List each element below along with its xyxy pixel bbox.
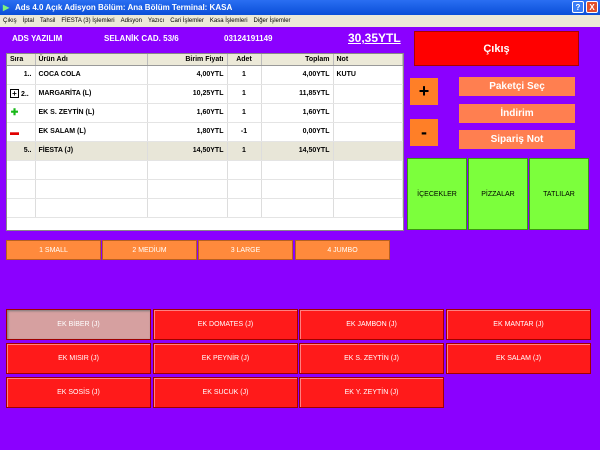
extra-sosis-button[interactable]: EK SOSİS (J) [6, 377, 151, 408]
row-no-cell: ▬ [7, 122, 36, 142]
table-header: Sıra Ürün Adı Birim Fiyatı Adet Toplam N… [7, 54, 403, 66]
extra-y-zeytin-button[interactable]: EK Y. ZEYTİN (J) [299, 377, 444, 408]
size-small-button[interactable]: 1 SMALL [6, 240, 101, 260]
extra-jambon-button[interactable]: EK JAMBON (J) [299, 309, 444, 340]
empty-row [7, 160, 403, 180]
menu-item-cikis[interactable]: Çıkış [3, 18, 17, 24]
help-button[interactable]: ? [572, 1, 584, 13]
close-button[interactable]: X [586, 1, 598, 13]
discount-button[interactable]: İndirim [459, 104, 575, 123]
row-price: 4,00YTL [147, 65, 228, 85]
col-fiyat[interactable]: Birim Fiyatı [147, 54, 228, 66]
size-medium-button[interactable]: 2 MEDİUM [102, 240, 197, 260]
window-title: Ads 4.0 Açık Adisyon Bölüm: Ana Bölüm Te… [15, 3, 233, 12]
row-note [333, 141, 403, 161]
size-large-button[interactable]: 3 LARGE [198, 240, 293, 260]
add-extra-icon: ✚ [10, 107, 19, 117]
plus-button[interactable]: + [410, 78, 438, 105]
table-row-selected[interactable]: 5.. FİESTA (J) 14,50YTL 1 14,50YTL [7, 141, 403, 161]
row-total: 11,85YTL [261, 84, 334, 104]
row-no-cell: ✚ [7, 103, 36, 123]
col-not[interactable]: Not [333, 54, 403, 66]
company-name: ADS YAZILIM [12, 34, 63, 43]
row-name: EK SALAM (L) [35, 122, 148, 142]
menu-item-yazici[interactable]: Yazıcı [148, 18, 164, 24]
menu-item-tahsil[interactable]: Tahsil [40, 18, 55, 24]
menu-bar: Çıkış İptal Tahsil FİESTA (3) İşlemleri … [0, 15, 600, 27]
col-toplam[interactable]: Toplam [261, 54, 334, 66]
minus-button[interactable]: - [410, 119, 438, 146]
table-row[interactable]: + 2.. MARGARİTA (L) 10,25YTL 1 11,85YTL [7, 84, 403, 104]
col-sira[interactable]: Sıra [7, 54, 36, 66]
title-bar: ▶ Ads 4.0 Açık Adisyon Bölüm: Ana Bölüm … [0, 0, 600, 15]
menu-item-iptal[interactable]: İptal [23, 18, 34, 24]
row-price: 1,80YTL [147, 122, 228, 142]
category-pizzas[interactable]: PİZZALAR [468, 158, 528, 230]
package-select-button[interactable]: Paketçi Seç [459, 77, 575, 96]
row-note [333, 103, 403, 123]
row-note: KUTU [333, 65, 403, 85]
row-price: 14,50YTL [147, 141, 228, 161]
row-name: COCA COLA [35, 65, 148, 85]
row-qty: 1 [227, 141, 262, 161]
order-table[interactable]: Sıra Ürün Adı Birim Fiyatı Adet Toplam N… [6, 53, 404, 231]
row-qty: 1 [227, 103, 262, 123]
row-name: EK S. ZEYTİN (L) [35, 103, 148, 123]
extra-salam-button[interactable]: EK SALAM (J) [446, 343, 591, 374]
company-phone: 03124191149 [224, 34, 273, 43]
extra-mantar-button[interactable]: EK MANTAR (J) [446, 309, 591, 340]
row-total: 0,00YTL [261, 122, 334, 142]
order-note-button[interactable]: Sipariş Not [459, 130, 575, 149]
category-beverages[interactable]: İÇECEKLER [407, 158, 467, 230]
row-total: 4,00YTL [261, 65, 334, 85]
category-desserts[interactable]: TATLILAR [529, 158, 589, 230]
menu-item-diger[interactable]: Diğer İşlemler [254, 18, 291, 24]
menu-item-fiesta[interactable]: FİESTA (3) İşlemleri [61, 18, 114, 24]
company-address: SELANİK CAD. 53/6 [104, 34, 179, 43]
row-qty: 1 [227, 65, 262, 85]
row-qty: 1 [227, 84, 262, 104]
size-jumbo-button[interactable]: 4 JUMBO [295, 240, 390, 260]
table-row[interactable]: ▬ EK SALAM (L) 1,80YTL -1 0,00YTL [7, 122, 403, 142]
remove-extra-icon: ▬ [10, 126, 19, 137]
row-note [333, 122, 403, 142]
row-no-cell: + 2.. [7, 84, 36, 104]
row-qty: -1 [227, 122, 262, 142]
row-total: 14,50YTL [261, 141, 334, 161]
col-adet[interactable]: Adet [227, 54, 262, 66]
col-urun[interactable]: Ürün Adı [35, 54, 148, 66]
expand-icon[interactable]: + [10, 89, 19, 98]
extra-misir-button[interactable]: EK MISIR (J) [6, 343, 151, 374]
row-no: 1.. [7, 65, 36, 85]
menu-item-adisyon[interactable]: Adisyon [121, 18, 142, 24]
row-note [333, 84, 403, 104]
extra-peynir-button[interactable]: EK PEYNİR (J) [153, 343, 298, 374]
row-name: MARGARİTA (L) [35, 84, 148, 104]
row-name: FİESTA (J) [35, 141, 148, 161]
extra-biber-button[interactable]: EK BİBER (J) [6, 309, 151, 340]
table-row[interactable]: 1.. COCA COLA 4,00YTL 1 4,00YTL KUTU [7, 65, 403, 85]
table-row[interactable]: ✚ EK S. ZEYTİN (L) 1,60YTL 1 1,60YTL [7, 103, 403, 123]
row-total: 1,60YTL [261, 103, 334, 123]
extra-s-zeytin-button[interactable]: EK S. ZEYTİN (J) [299, 343, 444, 374]
row-no: 2.. [20, 91, 29, 98]
order-total: 30,35YTL [348, 31, 401, 45]
menu-item-kasa[interactable]: Kasa İşlemleri [210, 18, 248, 24]
app-icon: ▶ [3, 2, 10, 12]
exit-button[interactable]: Çıkış [414, 31, 579, 66]
row-no: 5.. [7, 141, 36, 161]
row-price: 10,25YTL [147, 84, 228, 104]
empty-row [7, 179, 403, 199]
extra-domates-button[interactable]: EK DOMATES (J) [153, 309, 298, 340]
extra-sucuk-button[interactable]: EK SUCUK (J) [153, 377, 298, 408]
menu-item-cari[interactable]: Cari İşlemler [170, 18, 204, 24]
row-price: 1,60YTL [147, 103, 228, 123]
empty-row [7, 198, 403, 218]
